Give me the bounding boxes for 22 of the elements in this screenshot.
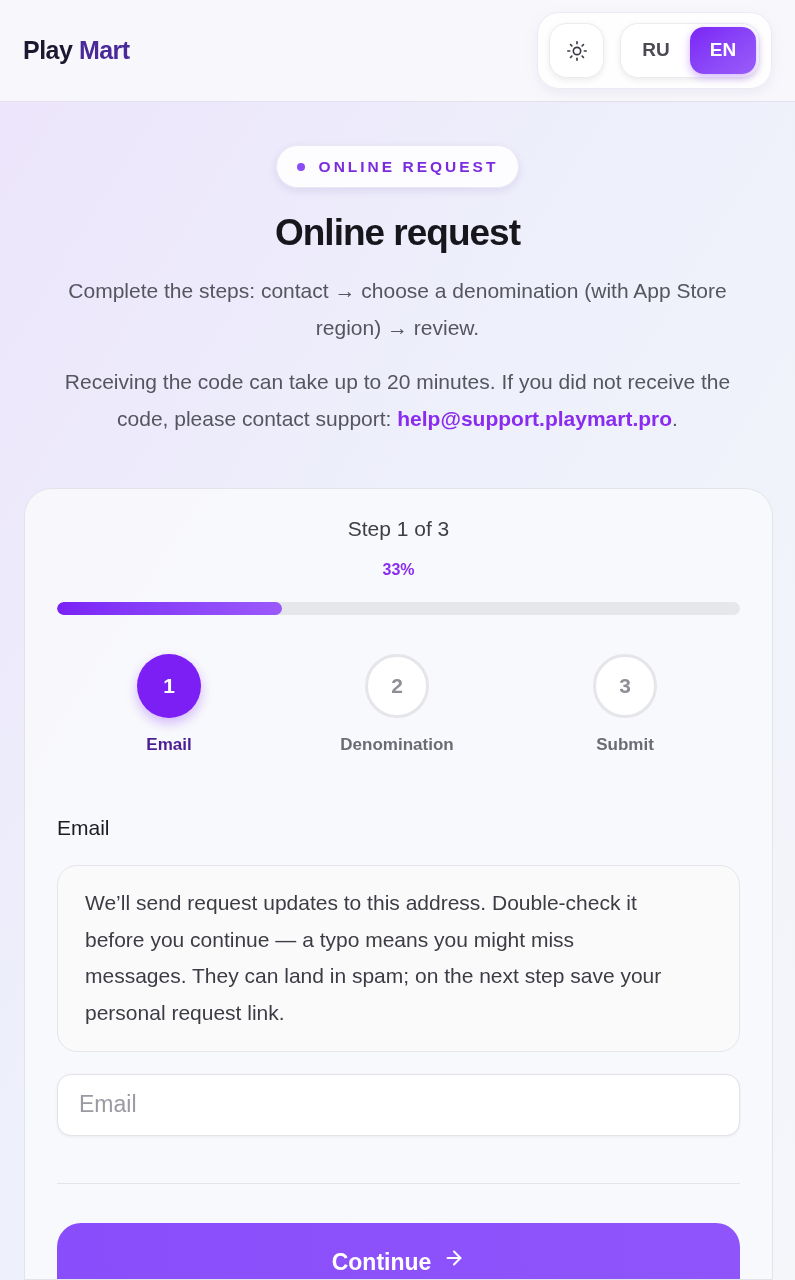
support-email-link[interactable]: help@support.playmart.pro — [397, 407, 673, 430]
continue-button[interactable]: Continue — [57, 1222, 740, 1280]
logo[interactable]: Play Mart — [23, 31, 130, 70]
step-number: 1 — [137, 654, 201, 718]
intro-text: Complete the steps: contact → choose a denomination (with App Store region) → review. — [67, 278, 728, 341]
field-label: Email — [57, 815, 110, 841]
step-label: Email — [146, 734, 192, 756]
language-tab[interactable]: RU — [624, 27, 688, 74]
step-counter: Step 1 of 3 — [347, 516, 450, 542]
step-number: 2 — [365, 654, 429, 718]
step-label: Submit — [596, 734, 654, 756]
badge-label: ONLINE REQUEST — [318, 156, 499, 177]
sun-icon — [565, 39, 588, 62]
hint-note: We’ll send request updates to this address. Double-check it before you continue — a typo means you might miss messages. They can land in spam; on the next step save your personal request link. — [57, 865, 740, 1052]
step-label: Denomination — [340, 734, 454, 756]
step-number: 3 — [593, 654, 657, 718]
language-tab[interactable]: EN — [690, 27, 756, 74]
notice-text: Receiving the code can take up to 20 minutes. If you did not receive the code, please contact support: help@support.playmart.pro. — [63, 369, 732, 432]
progress-percent: 33% — [382, 560, 415, 580]
email-input[interactable]: Email — [57, 1073, 740, 1136]
theme-toggle-button[interactable] — [549, 23, 604, 78]
page-title: Online request — [274, 211, 521, 255]
